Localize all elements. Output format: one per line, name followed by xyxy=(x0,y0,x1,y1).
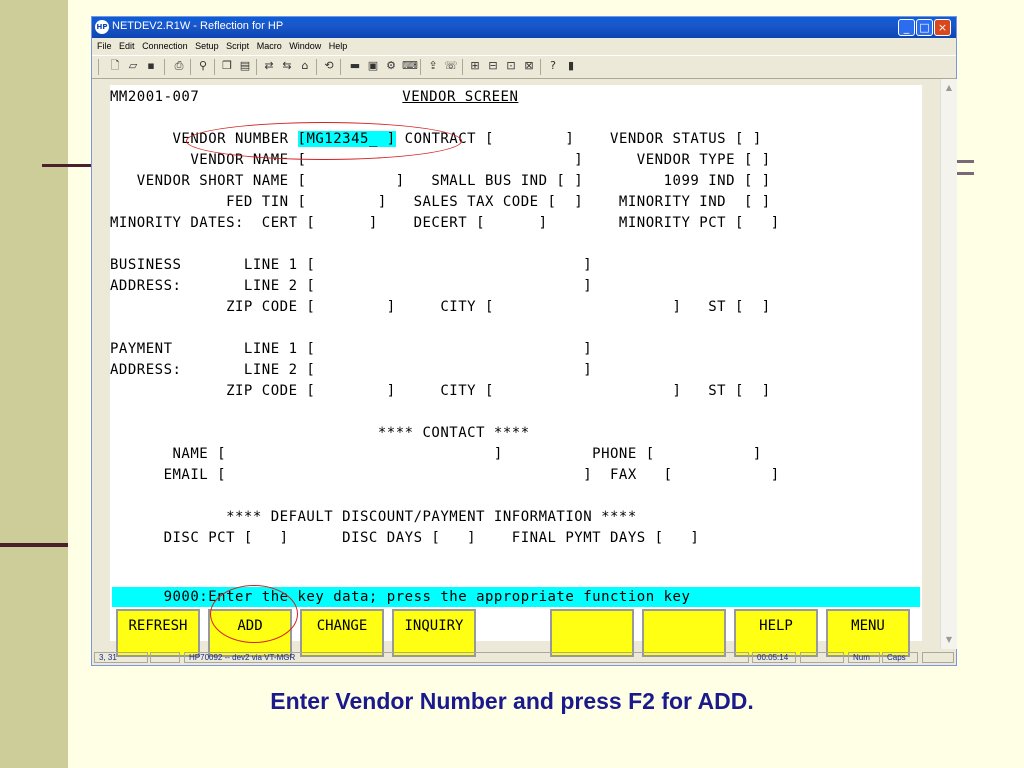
toolbar-separator xyxy=(190,59,191,75)
terminal-line: MINORITY DATES: CERT [ ] DECERT [ ] MINO… xyxy=(110,215,780,231)
keyboard-icon[interactable]: ⌨ xyxy=(402,59,418,73)
terminal-line: BUSINESS LINE 1 [ ] xyxy=(110,257,593,273)
app-icon[interactable]: HP xyxy=(95,20,109,34)
toolbar-separator xyxy=(214,59,215,75)
menu-setup[interactable]: Setup xyxy=(195,38,219,54)
status-bar: 3, 31 HP70092 -- dev2 via VT-MGR 00:05:1… xyxy=(92,651,956,665)
f6-blank-button[interactable] xyxy=(642,609,726,657)
scroll-down-arrow-icon[interactable]: ▼ xyxy=(941,633,957,647)
terminal-line: VENDOR NAME [ ] VENDOR TYPE [ ] xyxy=(110,152,771,168)
toolbar-separator xyxy=(340,59,341,75)
connect-time: 00:05:14 xyxy=(752,652,796,663)
toolbar-separator xyxy=(98,59,99,75)
screen-id: MM2001-007 xyxy=(110,89,200,105)
decorative-line xyxy=(956,160,974,163)
menu-file[interactable]: File xyxy=(97,38,112,54)
new-file-icon[interactable]: 🗋 xyxy=(108,59,122,73)
capture-icon[interactable]: ⊡ xyxy=(504,59,518,73)
decorative-line xyxy=(956,172,974,175)
terminal-line: FED TIN [ ] SALES TAX CODE [ ] MINORITY … xyxy=(110,194,771,210)
screen-title: VENDOR SCREEN xyxy=(402,89,519,105)
close-session-icon[interactable]: ⊠ xyxy=(522,59,536,73)
host-icon[interactable]: ⌂ xyxy=(298,59,312,73)
menu-window[interactable]: Window xyxy=(289,38,321,54)
toolbar-separator xyxy=(164,59,165,75)
terminal-line: VENDOR SHORT NAME [ ] SMALL BUS IND [ ] … xyxy=(110,173,771,189)
open-folder-icon[interactable]: ▱ xyxy=(126,59,140,73)
transfer-icon[interactable]: ⇪ xyxy=(426,59,440,73)
connect-icon[interactable]: ⇄ xyxy=(262,59,276,73)
terminal-line: DISC PCT [ ] DISC DAYS [ ] FINAL PYMT DA… xyxy=(110,530,700,546)
paste-icon[interactable]: ▤ xyxy=(238,59,252,73)
vertical-scrollbar[interactable]: ▲ ▼ xyxy=(940,79,957,649)
macro-icon[interactable]: ⟲ xyxy=(322,59,336,73)
terminal-line: **** CONTACT **** xyxy=(110,425,530,441)
settings-icon[interactable]: ⚙ xyxy=(384,59,398,73)
status-cell xyxy=(150,652,180,663)
menu-help[interactable]: Help xyxy=(329,38,348,54)
display-icon[interactable]: ▬ xyxy=(348,59,362,73)
copy-icon[interactable]: ❐ xyxy=(220,59,234,73)
menu-bar: File Edit Connection Setup Script Macro … xyxy=(92,38,956,54)
toolbar-separator xyxy=(256,59,257,75)
status-cell xyxy=(922,652,954,663)
terminal-line: ZIP CODE [ ] CITY [ ] ST [ ] xyxy=(110,383,771,399)
toolbar-separator xyxy=(316,59,317,75)
terminal-line: ZIP CODE [ ] CITY [ ] ST [ ] xyxy=(110,299,771,315)
terminal-screen[interactable]: MM2001-007 VENDOR SCREEN VENDOR NUMBER [M… xyxy=(110,85,922,657)
terminal-line: ADDRESS: LINE 2 [ ] xyxy=(110,278,593,294)
scroll-up-arrow-icon[interactable]: ▲ xyxy=(941,81,957,95)
screen-icon[interactable]: ⊟ xyxy=(486,59,500,73)
toolbar-separator xyxy=(540,59,541,75)
annotation-circle xyxy=(210,585,298,643)
menu-macro[interactable]: Macro xyxy=(257,38,282,54)
caps-lock-indicator: Caps xyxy=(882,652,918,663)
print-icon[interactable]: ⎙ xyxy=(172,59,186,73)
close-button[interactable]: × xyxy=(934,19,951,36)
toolbar-separator xyxy=(420,59,421,75)
decorative-line xyxy=(42,164,94,167)
terminal-line: EMAIL [ ] FAX [ ] xyxy=(110,467,780,483)
status-message: 9000:Enter the key data; press the appro… xyxy=(110,589,691,605)
decorative-line xyxy=(0,543,68,547)
f8-menu-button[interactable]: MENU xyxy=(826,609,910,657)
book-icon[interactable]: ▮ xyxy=(564,59,578,73)
status-cell xyxy=(800,652,844,663)
menu-edit[interactable]: Edit xyxy=(119,38,135,54)
terminal-line: ADDRESS: LINE 2 [ ] xyxy=(110,362,593,378)
dial-icon[interactable]: ☏ xyxy=(444,59,458,73)
toolbar: 🗋 ▱ ▪ ⎙ ⚲ ❐ ▤ ⇄ ⇆ ⌂ ⟲ ▬ ▣ ⚙ ⌨ ⇪ ☏ ⊞ ⊟ ⊡ … xyxy=(92,55,956,79)
window-title: NETDEV2.R1W - Reflection for HP xyxy=(112,20,284,32)
slide-caption: Enter Vendor Number and press F2 for ADD… xyxy=(270,688,754,714)
application-window: HP NETDEV2.R1W - Reflection for HP _ □ ×… xyxy=(92,17,957,665)
terminal-line: **** DEFAULT DISCOUNT/PAYMENT INFORMATIO… xyxy=(110,509,637,525)
terminal-line: MM2001-007 VENDOR SCREEN xyxy=(110,89,518,105)
terminal-icon[interactable]: ⊞ xyxy=(468,59,482,73)
menu-script[interactable]: Script xyxy=(226,38,249,54)
slide-left-band xyxy=(0,0,68,768)
find-icon[interactable]: ⚲ xyxy=(196,59,210,73)
f3-change-button[interactable]: CHANGE xyxy=(300,609,384,657)
f7-help-button[interactable]: HELP xyxy=(734,609,818,657)
num-lock-indicator: Num xyxy=(848,652,880,663)
session-info: HP70092 -- dev2 via VT-MGR xyxy=(184,652,749,663)
f1-refresh-button[interactable]: REFRESH xyxy=(116,609,200,657)
annotation-circle xyxy=(186,122,462,160)
cursor-position: 3, 31 xyxy=(94,652,148,663)
toolbar-separator xyxy=(462,59,463,75)
window-icon[interactable]: ▣ xyxy=(366,59,380,73)
title-bar[interactable]: HP NETDEV2.R1W - Reflection for HP _ □ × xyxy=(92,17,956,38)
f5-blank-button[interactable] xyxy=(550,609,634,657)
minimize-button[interactable]: _ xyxy=(898,19,915,36)
menu-connection[interactable]: Connection xyxy=(142,38,188,54)
terminal-line: NAME [ ] PHONE [ ] xyxy=(110,446,762,462)
context-help-icon[interactable]: ? xyxy=(546,59,560,73)
terminal-line: PAYMENT LINE 1 [ ] xyxy=(110,341,593,357)
disconnect-icon[interactable]: ⇆ xyxy=(280,59,294,73)
maximize-button[interactable]: □ xyxy=(916,19,933,36)
save-icon[interactable]: ▪ xyxy=(144,59,158,73)
f4-inquiry-button[interactable]: INQUIRY xyxy=(392,609,476,657)
